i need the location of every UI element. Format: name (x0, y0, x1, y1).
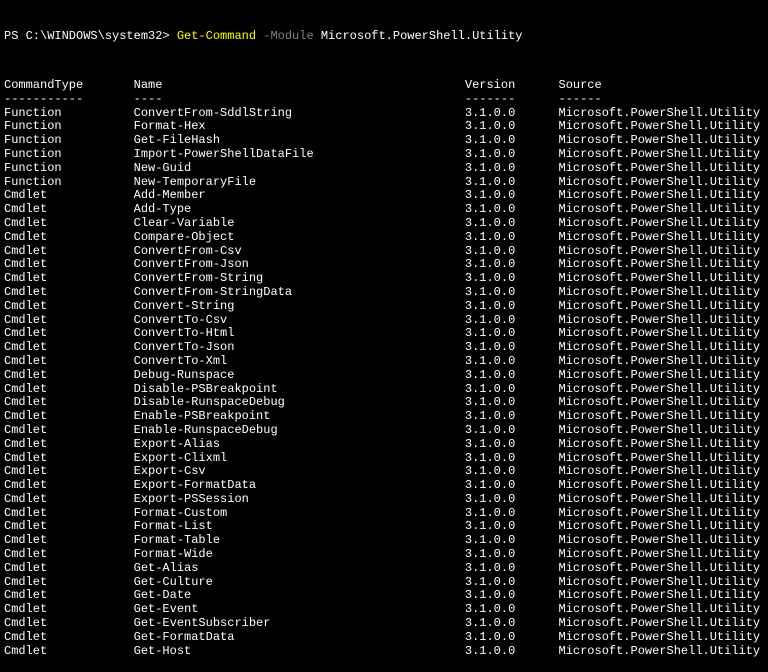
table-row: Function New-Guid 3.1.0.0 Microsoft.Powe… (4, 162, 768, 176)
table-row: Function New-TemporaryFile 3.1.0.0 Micro… (4, 176, 768, 190)
argument-token: Microsoft.PowerShell.Utility (314, 29, 523, 43)
table-row: Cmdlet ConvertFrom-String 3.1.0.0 Micros… (4, 272, 768, 286)
table-row: Cmdlet Export-Alias 3.1.0.0 Microsoft.Po… (4, 438, 768, 452)
prompt-prefix: PS C:\WINDOWS\system32> (4, 29, 177, 43)
table-row: Cmdlet Get-FormatData 3.1.0.0 Microsoft.… (4, 631, 768, 645)
table-row: Cmdlet ConvertTo-Csv 3.1.0.0 Microsoft.P… (4, 314, 768, 328)
command-output: CommandType Name Version Source---------… (4, 79, 768, 658)
table-row: Cmdlet Get-Culture 3.1.0.0 Microsoft.Pow… (4, 576, 768, 590)
table-row: Function Format-Hex 3.1.0.0 Microsoft.Po… (4, 120, 768, 134)
table-row: Cmdlet Format-List 3.1.0.0 Microsoft.Pow… (4, 520, 768, 534)
command-prompt-line: PS C:\WINDOWS\system32> Get-Command -Mod… (4, 30, 768, 44)
table-row: Cmdlet Convert-String 3.1.0.0 Microsoft.… (4, 300, 768, 314)
table-row: Cmdlet ConvertTo-Html 3.1.0.0 Microsoft.… (4, 327, 768, 341)
table-row: Cmdlet ConvertFrom-Csv 3.1.0.0 Microsoft… (4, 245, 768, 259)
table-row: Cmdlet ConvertFrom-StringData 3.1.0.0 Mi… (4, 286, 768, 300)
table-row: Cmdlet Format-Wide 3.1.0.0 Microsoft.Pow… (4, 548, 768, 562)
table-row: Cmdlet Get-Host 3.1.0.0 Microsoft.PowerS… (4, 645, 768, 659)
table-row: Cmdlet Get-Date 3.1.0.0 Microsoft.PowerS… (4, 589, 768, 603)
table-row: Cmdlet Add-Member 3.1.0.0 Microsoft.Powe… (4, 189, 768, 203)
table-row: Cmdlet Clear-Variable 3.1.0.0 Microsoft.… (4, 217, 768, 231)
table-row: Cmdlet Get-Event 3.1.0.0 Microsoft.Power… (4, 603, 768, 617)
table-row: Cmdlet Export-Clixml 3.1.0.0 Microsoft.P… (4, 452, 768, 466)
table-row: Cmdlet Get-EventSubscriber 3.1.0.0 Micro… (4, 617, 768, 631)
table-row: Cmdlet Debug-Runspace 3.1.0.0 Microsoft.… (4, 369, 768, 383)
table-row: Cmdlet ConvertFrom-Json 3.1.0.0 Microsof… (4, 258, 768, 272)
table-row: Cmdlet Export-PSSession 3.1.0.0 Microsof… (4, 493, 768, 507)
table-row: Cmdlet Export-Csv 3.1.0.0 Microsoft.Powe… (4, 465, 768, 479)
table-row: Function Import-PowerShellDataFile 3.1.0… (4, 148, 768, 162)
table-row: Cmdlet Compare-Object 3.1.0.0 Microsoft.… (4, 231, 768, 245)
table-row: Cmdlet Add-Type 3.1.0.0 Microsoft.PowerS… (4, 203, 768, 217)
table-row: Cmdlet Get-Alias 3.1.0.0 Microsoft.Power… (4, 562, 768, 576)
table-row: Cmdlet Format-Table 3.1.0.0 Microsoft.Po… (4, 534, 768, 548)
table-row: Cmdlet Disable-PSBreakpoint 3.1.0.0 Micr… (4, 383, 768, 397)
table-row: Cmdlet ConvertTo-Xml 3.1.0.0 Microsoft.P… (4, 355, 768, 369)
table-row: Cmdlet Export-FormatData 3.1.0.0 Microso… (4, 479, 768, 493)
table-row: Cmdlet Disable-RunspaceDebug 3.1.0.0 Mic… (4, 396, 768, 410)
table-row: Function Get-FileHash 3.1.0.0 Microsoft.… (4, 134, 768, 148)
table-row: Cmdlet Format-Custom 3.1.0.0 Microsoft.P… (4, 507, 768, 521)
terminal-window[interactable]: PS C:\WINDOWS\system32> Get-Command -Mod… (0, 0, 768, 672)
table-row: Cmdlet Enable-RunspaceDebug 3.1.0.0 Micr… (4, 424, 768, 438)
table-row: Function ConvertFrom-SddlString 3.1.0.0 … (4, 107, 768, 121)
table-row: Cmdlet ConvertTo-Json 3.1.0.0 Microsoft.… (4, 341, 768, 355)
table-row: Cmdlet Enable-PSBreakpoint 3.1.0.0 Micro… (4, 410, 768, 424)
param-token: -Module (256, 29, 314, 43)
table-separator: ----------- ---- ------- ------ (4, 93, 768, 107)
table-header: CommandType Name Version Source (4, 79, 768, 93)
cmdlet-token: Get-Command (177, 29, 256, 43)
